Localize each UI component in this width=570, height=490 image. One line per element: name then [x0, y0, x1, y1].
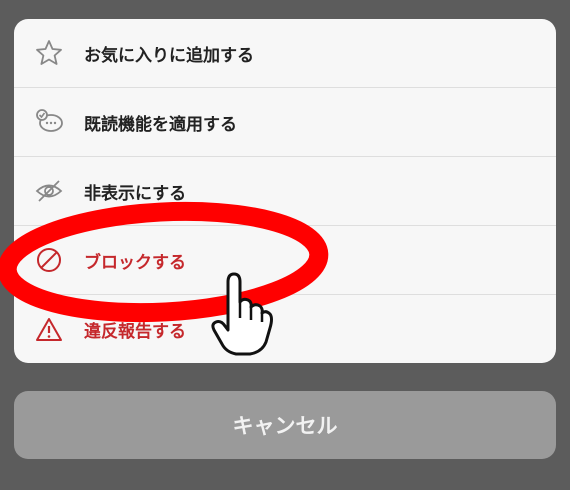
menu-item-block[interactable]: ブロックする — [14, 226, 556, 295]
block-icon — [37, 248, 61, 272]
menu-item-favorite[interactable]: お気に入りに追加する — [14, 19, 556, 88]
menu-item-read-receipt[interactable]: 既読機能を適用する — [14, 88, 556, 157]
warning-icon — [36, 317, 62, 341]
action-sheet: お気に入りに追加する 既読機能を適用する 非表示にする ブロックする 違反報告す… — [14, 19, 556, 363]
chat-bubble-check-icon — [36, 109, 63, 132]
menu-item-hide[interactable]: 非表示にする — [14, 157, 556, 226]
star-icon — [36, 40, 62, 65]
eye-slash-icon — [35, 180, 63, 202]
menu-item-label: 違反報告する — [84, 322, 186, 342]
menu-item-label: 非表示にする — [84, 183, 187, 204]
menu-item-label: お気に入りに追加する — [84, 45, 254, 66]
menu-item-report[interactable]: 違反報告する — [14, 295, 556, 363]
menu-item-label: 既読機能を適用する — [84, 114, 237, 135]
cancel-button[interactable]: キャンセル — [14, 391, 556, 459]
menu-item-label: ブロックする — [84, 252, 186, 273]
